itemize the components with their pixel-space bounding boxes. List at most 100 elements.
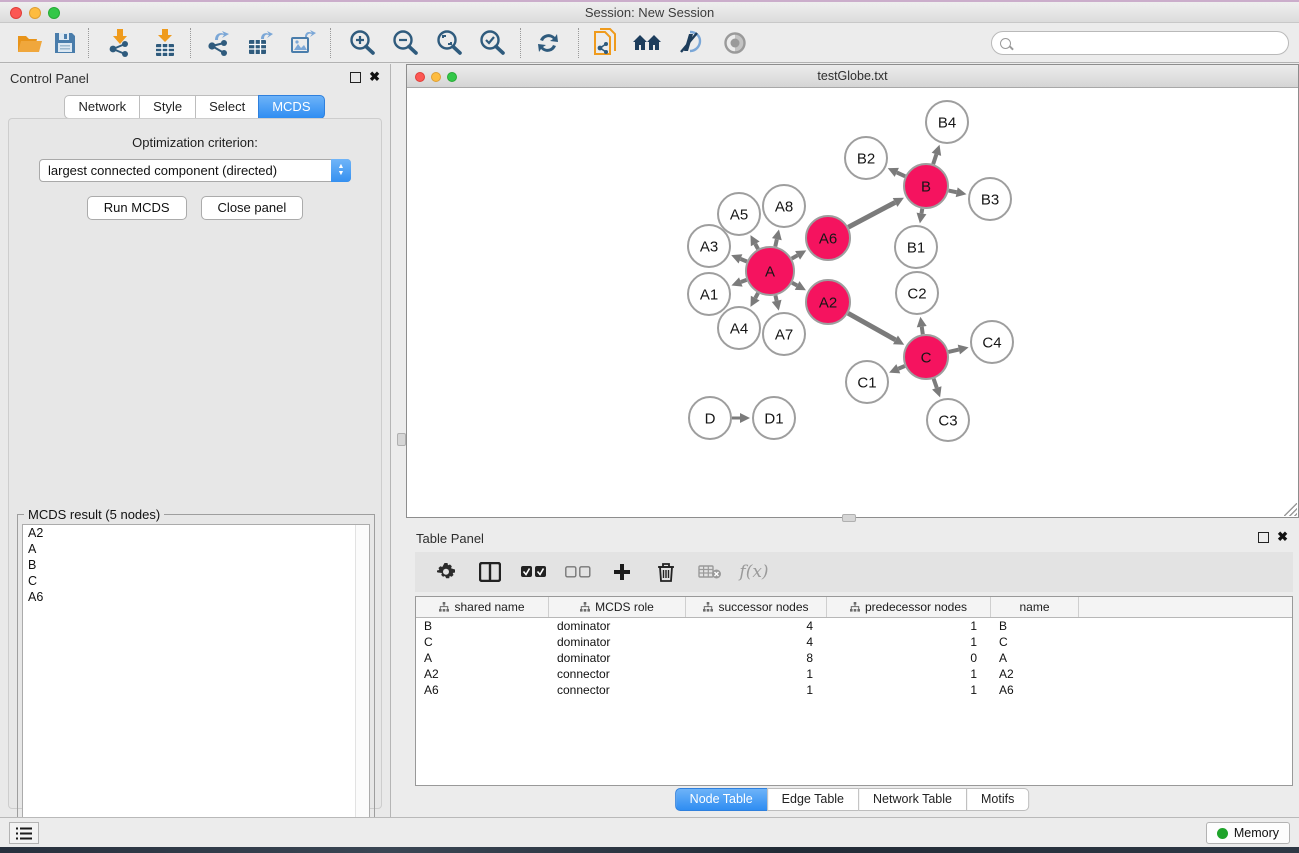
graph-edge-A6-B[interactable] xyxy=(848,202,895,227)
network-canvas[interactable]: AA6A2BCA1A3A4A5A7A8B1B2B3B4C1C2C3C4DD1 xyxy=(407,89,1298,517)
table-cell[interactable]: connector xyxy=(549,667,686,681)
table-cell[interactable]: A6 xyxy=(416,683,549,697)
toggle-graphics-icon[interactable] xyxy=(718,27,752,59)
column-header-shared-name[interactable]: shared name xyxy=(416,597,549,617)
graph-edge-B-B1[interactable] xyxy=(922,209,923,214)
zoom-out-icon[interactable] xyxy=(388,27,422,59)
tab-motifs[interactable]: Motifs xyxy=(966,788,1029,811)
graph-edge-C-C1[interactable] xyxy=(898,366,905,369)
graph-edge-A-A8[interactable] xyxy=(775,239,777,246)
graph-edge-C-C3[interactable] xyxy=(934,379,937,388)
table-cell[interactable]: 0 xyxy=(827,651,991,665)
zoom-selected-icon[interactable] xyxy=(475,27,509,59)
table-row[interactable]: Cdominator41C xyxy=(416,634,1292,650)
graph-edge-A2-C[interactable] xyxy=(848,313,895,340)
import-network-icon[interactable] xyxy=(103,27,137,59)
mcds-result-list[interactable]: A2ABCA6 xyxy=(22,524,370,853)
column-header-name[interactable]: name xyxy=(991,597,1079,617)
home-view-icon[interactable] xyxy=(630,27,664,59)
export-table-icon[interactable] xyxy=(243,27,277,59)
refresh-network-icon[interactable] xyxy=(531,27,565,59)
tab-mcds[interactable]: MCDS xyxy=(258,95,324,119)
table-cell[interactable]: C xyxy=(416,635,549,649)
tab-network[interactable]: Network xyxy=(64,95,140,119)
table-cell[interactable]: dominator xyxy=(549,635,686,649)
search-box[interactable] xyxy=(991,31,1289,55)
table-cell[interactable]: 1 xyxy=(686,683,827,697)
close-panel-button[interactable]: Close panel xyxy=(201,196,304,220)
function-builder-icon[interactable]: f(x) xyxy=(741,559,767,585)
table-close-icon[interactable]: ✖ xyxy=(1277,529,1288,545)
toggle-labels-icon[interactable] xyxy=(673,27,707,59)
table-cell[interactable]: B xyxy=(416,619,549,633)
search-input[interactable] xyxy=(1016,34,1288,52)
column-header-MCDS-role[interactable]: MCDS role xyxy=(549,597,686,617)
close-panel-icon[interactable]: ✖ xyxy=(369,69,380,85)
table-cell[interactable]: 1 xyxy=(827,667,991,681)
checked-columns-icon[interactable] xyxy=(521,559,547,585)
memory-button[interactable]: Memory xyxy=(1206,822,1290,844)
table-cell[interactable]: B xyxy=(991,619,1079,633)
table-cell[interactable]: A xyxy=(416,651,549,665)
graph-edge-B-B4[interactable] xyxy=(933,154,936,164)
column-header-successor-nodes[interactable]: successor nodes xyxy=(686,597,827,617)
table-cell[interactable]: A2 xyxy=(416,667,549,681)
graph-edge-A-A3[interactable] xyxy=(740,259,746,262)
open-session-icon[interactable] xyxy=(13,27,47,59)
close-window-button[interactable] xyxy=(10,7,22,19)
tab-style[interactable]: Style xyxy=(139,95,196,119)
table-row[interactable]: Bdominator41B xyxy=(416,618,1292,634)
tab-network-table[interactable]: Network Table xyxy=(858,788,967,811)
result-item[interactable]: A6 xyxy=(23,589,369,605)
float-panel-icon[interactable] xyxy=(350,72,361,83)
table-cell[interactable]: A xyxy=(991,651,1079,665)
table-row[interactable]: A2connector11A2 xyxy=(416,666,1292,682)
table-cell[interactable]: C xyxy=(991,635,1079,649)
clone-network-icon[interactable] xyxy=(588,27,622,59)
result-item[interactable]: A2 xyxy=(23,525,369,541)
result-item[interactable]: B xyxy=(23,557,369,573)
table-cell[interactable]: dominator xyxy=(549,651,686,665)
graph-edge-A-A4[interactable] xyxy=(755,293,758,298)
table-cell[interactable]: dominator xyxy=(549,619,686,633)
add-column-icon[interactable] xyxy=(609,559,635,585)
graph-edge-C-C4[interactable] xyxy=(948,350,958,352)
vertical-splitter-handle[interactable] xyxy=(397,433,406,446)
table-cell[interactable]: connector xyxy=(549,683,686,697)
zoom-fit-icon[interactable] xyxy=(432,27,466,59)
delete-table-icon[interactable] xyxy=(697,559,723,585)
network-close-button[interactable] xyxy=(415,72,425,82)
tab-select[interactable]: Select xyxy=(195,95,259,119)
tab-edge-table[interactable]: Edge Table xyxy=(767,788,859,811)
export-image-icon[interactable] xyxy=(286,27,320,59)
network-minimize-button[interactable] xyxy=(431,72,441,82)
table-cell[interactable]: 4 xyxy=(686,635,827,649)
graph-edge-A-A1[interactable] xyxy=(741,280,747,282)
table-cell[interactable]: 4 xyxy=(686,619,827,633)
network-window-titlebar[interactable]: testGlobe.txt xyxy=(407,65,1298,88)
delete-column-icon[interactable] xyxy=(653,559,679,585)
split-table-icon[interactable] xyxy=(477,559,503,585)
maximize-window-button[interactable] xyxy=(48,7,60,19)
graph-edge-A-A2[interactable] xyxy=(792,283,797,286)
graph-edge-B-B2[interactable] xyxy=(897,172,905,176)
result-scrollbar[interactable] xyxy=(355,525,369,853)
table-cell[interactable]: 1 xyxy=(686,667,827,681)
result-item[interactable]: C xyxy=(23,573,369,589)
save-session-icon[interactable] xyxy=(48,27,82,59)
graph-edge-A-A7[interactable] xyxy=(775,295,776,300)
minimize-window-button[interactable] xyxy=(29,7,41,19)
column-header-predecessor-nodes[interactable]: predecessor nodes xyxy=(827,597,991,617)
network-maximize-button[interactable] xyxy=(447,72,457,82)
table-cell[interactable]: A6 xyxy=(991,683,1079,697)
gear-icon[interactable] xyxy=(433,559,459,585)
tab-node-table[interactable]: Node Table xyxy=(675,788,768,811)
criterion-dropdown[interactable]: largest connected component (directed) ▲… xyxy=(39,159,351,182)
table-row[interactable]: Adominator80A xyxy=(416,650,1292,666)
import-table-icon[interactable] xyxy=(148,27,182,59)
table-cell[interactable]: 8 xyxy=(686,651,827,665)
graph-edge-B-B3[interactable] xyxy=(949,191,957,193)
node-table[interactable]: shared nameMCDS rolesuccessor nodesprede… xyxy=(415,596,1293,786)
unchecked-columns-icon[interactable] xyxy=(565,559,591,585)
result-item[interactable]: A xyxy=(23,541,369,557)
